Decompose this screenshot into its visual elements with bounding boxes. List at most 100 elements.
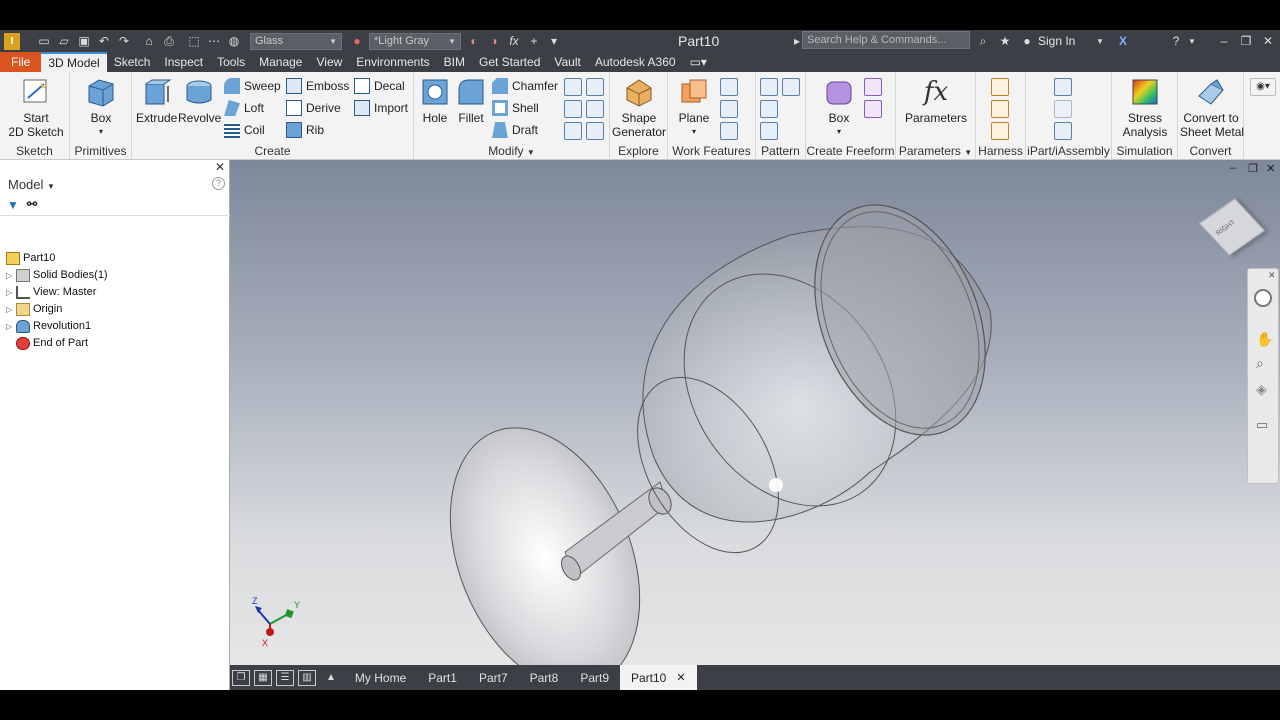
ucs-icon[interactable]: [720, 122, 738, 140]
adjust-icon[interactable]: ◐: [465, 33, 483, 49]
tree-item-origin[interactable]: ▷ Origin: [0, 301, 62, 317]
tile-icon[interactable]: ▦: [254, 669, 272, 686]
arrange-horizontal-icon[interactable]: ☰: [276, 669, 294, 686]
globe-icon[interactable]: ◍: [225, 33, 243, 49]
appearance-sphere-icon[interactable]: ●: [348, 33, 366, 49]
point-icon[interactable]: [720, 100, 738, 118]
plus-icon[interactable]: +: [525, 33, 543, 49]
tree-item-end-of-part[interactable]: End of Part: [16, 335, 88, 351]
chevron-down-icon[interactable]: ▼: [527, 148, 535, 157]
cascade-icon[interactable]: ❐: [232, 669, 250, 686]
appearance-select[interactable]: *Light Gray ▼: [369, 32, 461, 50]
tab-overflow-icon[interactable]: ▲: [326, 672, 336, 683]
arrange-vertical-icon[interactable]: ▥: [298, 669, 316, 686]
restore-icon[interactable]: ❐: [1237, 33, 1255, 49]
extrude-button[interactable]: Extrude: [136, 76, 177, 125]
decal-button[interactable]: Decal: [354, 76, 405, 96]
open-file-icon[interactable]: ▱: [55, 33, 73, 49]
tab-inspect[interactable]: Inspect: [157, 52, 210, 72]
tab-tools[interactable]: Tools: [210, 52, 252, 72]
tab-sketch[interactable]: Sketch: [107, 52, 158, 72]
tree-item-solid-bodies[interactable]: ▷ Solid Bodies(1): [0, 267, 108, 283]
clear-appearance-icon[interactable]: ◑: [485, 33, 503, 49]
doc-tab-part7[interactable]: Part7: [468, 665, 519, 690]
freeform-convert-icon[interactable]: [864, 100, 882, 118]
fx-icon[interactable]: fx: [505, 33, 523, 49]
redo-icon[interactable]: ↷: [115, 33, 133, 49]
minimize-icon[interactable]: –: [1215, 33, 1233, 49]
expand-icon[interactable]: ▷: [6, 322, 16, 331]
doc-tab-part1[interactable]: Part1: [417, 665, 468, 690]
tab-3d-model[interactable]: 3D Model: [41, 52, 107, 72]
chevron-down-icon[interactable]: ▼: [964, 148, 972, 157]
harness-add-icon[interactable]: [991, 78, 1009, 96]
close-tab-icon[interactable]: ✕: [676, 671, 685, 684]
ipart-edit-icon[interactable]: [1054, 122, 1072, 140]
sweep-button[interactable]: Sweep: [224, 76, 281, 96]
graphics-viewport[interactable]: – ❐ ✕ RIGHT Z Y X: [230, 160, 1280, 665]
split-icon[interactable]: [564, 100, 582, 118]
favorites-icon[interactable]: ★: [996, 33, 1014, 49]
wine-glass-model[interactable]: [230, 160, 1280, 665]
plane-button[interactable]: Plane ▾: [676, 76, 712, 139]
ribbon-toggle-icon[interactable]: ▭▾: [683, 52, 714, 72]
print-icon[interactable]: ⎙: [160, 33, 178, 49]
rib-button[interactable]: Rib: [286, 120, 324, 140]
tab-view[interactable]: View: [309, 52, 349, 72]
sketch-pattern-icon[interactable]: [760, 122, 778, 140]
expand-icon[interactable]: ▷: [6, 271, 16, 280]
tab-manage[interactable]: Manage: [252, 52, 309, 72]
tree-item-view[interactable]: ▷ View: Master: [0, 284, 96, 300]
hole-button[interactable]: Hole: [418, 76, 452, 125]
expand-icon[interactable]: ▷: [6, 305, 16, 314]
sign-in-link[interactable]: Sign In: [1038, 34, 1075, 48]
sign-in-dropdown-icon[interactable]: ▼: [1091, 33, 1109, 49]
ipart-table-icon[interactable]: [1054, 100, 1072, 118]
direct-edit-icon[interactable]: [564, 122, 582, 140]
emboss-button[interactable]: Emboss: [286, 76, 349, 96]
harness-route-icon[interactable]: [991, 100, 1009, 118]
steering-wheel-icon[interactable]: [1254, 289, 1272, 307]
navbar-close-icon[interactable]: ✕: [1268, 270, 1276, 281]
tree-item-part[interactable]: Part10: [6, 250, 55, 266]
tab-bim[interactable]: BIM: [437, 52, 472, 72]
doc-tab-part10[interactable]: Part10 ✕: [620, 665, 697, 690]
ipart-create-icon[interactable]: [1054, 78, 1072, 96]
harness-edit-icon[interactable]: [991, 122, 1009, 140]
doc-tab-part9[interactable]: Part9: [569, 665, 620, 690]
shell-button[interactable]: Shell: [492, 98, 539, 118]
circular-pattern-icon[interactable]: [760, 100, 778, 118]
mirror-icon[interactable]: [782, 78, 800, 96]
close-icon[interactable]: ✕: [1259, 33, 1277, 49]
filter-icon[interactable]: ▼: [7, 198, 19, 212]
convert-sheet-metal-button[interactable]: Convert to Sheet Metal: [1180, 76, 1244, 139]
freeform-box-button[interactable]: Box ▾: [822, 76, 856, 139]
parameters-button[interactable]: fx Parameters: [902, 76, 970, 125]
combine-icon[interactable]: [586, 78, 604, 96]
tab-get-started[interactable]: Get Started: [472, 52, 547, 72]
tree-item-revolution[interactable]: ▷ Revolution1: [0, 318, 91, 334]
save-icon[interactable]: ▣: [75, 33, 93, 49]
app-logo-icon[interactable]: I: [4, 32, 20, 50]
ribbon-options-icon[interactable]: ◉▾: [1250, 78, 1276, 96]
find-binoculars-icon[interactable]: ⚯: [27, 197, 37, 211]
coil-button[interactable]: Coil: [224, 120, 265, 140]
doc-tab-my-home[interactable]: My Home: [344, 665, 417, 690]
orbit-icon[interactable]: ◈: [1256, 381, 1267, 398]
search-input[interactable]: Search Help & Commands...: [802, 31, 970, 49]
shape-generator-button[interactable]: Shape Generator: [612, 76, 666, 139]
loft-button[interactable]: Loft: [224, 98, 264, 118]
customize-icon[interactable]: ▾: [545, 33, 563, 49]
home-icon[interactable]: ⌂: [140, 33, 158, 49]
freeform-edit-icon[interactable]: [864, 78, 882, 96]
import-button[interactable]: Import: [354, 98, 408, 118]
exchange-icon[interactable]: X: [1114, 33, 1132, 49]
rectangular-pattern-icon[interactable]: [760, 78, 778, 96]
stress-analysis-button[interactable]: Stress Analysis: [1118, 76, 1172, 139]
derive-button[interactable]: Derive: [286, 98, 341, 118]
doc-tab-part8[interactable]: Part8: [519, 665, 570, 690]
browser-close-icon[interactable]: ✕: [215, 160, 225, 174]
undo-icon[interactable]: ↶: [95, 33, 113, 49]
tab-file[interactable]: File: [0, 52, 42, 72]
pan-icon[interactable]: ✋: [1256, 331, 1273, 348]
